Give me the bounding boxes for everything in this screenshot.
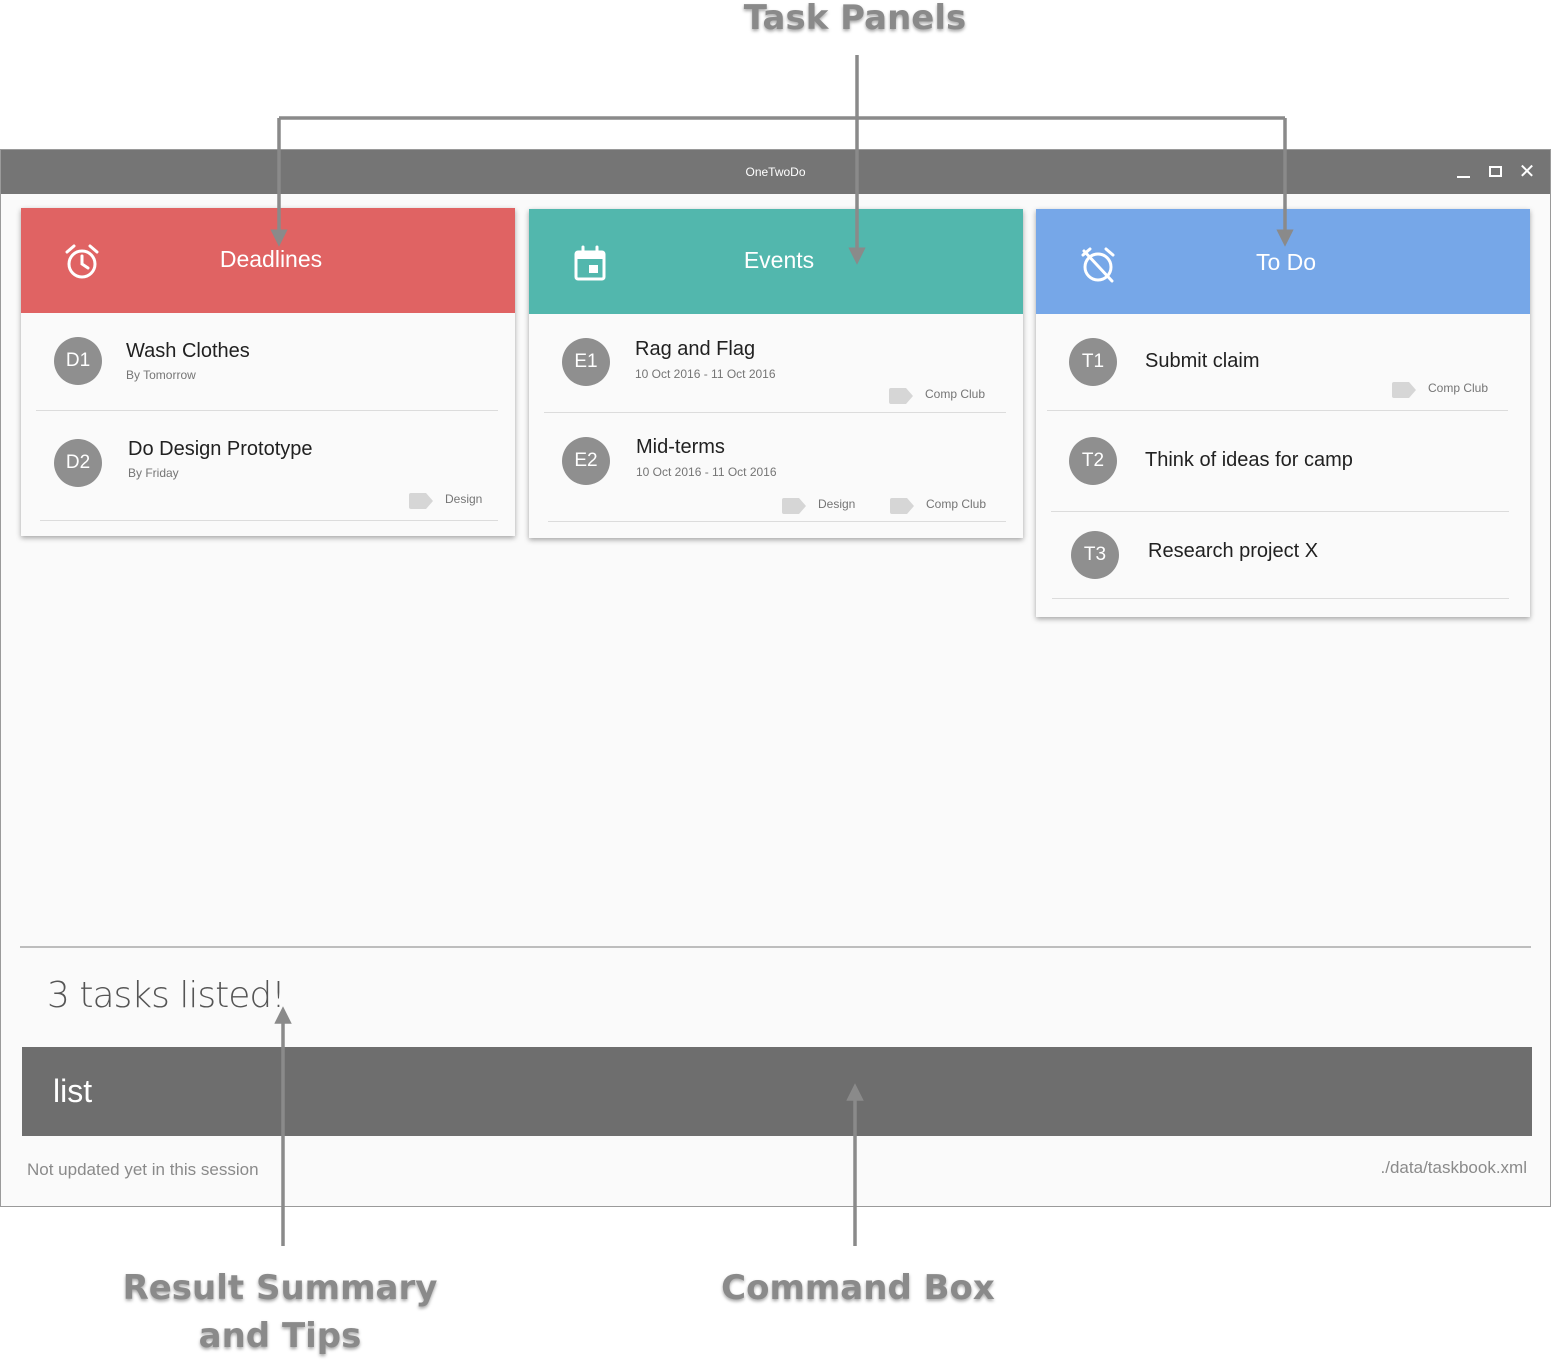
maximize-button[interactable] <box>1483 160 1507 184</box>
task-title: Wash Clothes <box>126 340 250 362</box>
task-title: Research project X <box>1148 540 1319 562</box>
minimize-button[interactable] <box>1451 160 1475 184</box>
maximize-icon <box>1489 166 1502 177</box>
task-card-e1[interactable]: E1 Rag and Flag 10 Oct 2016 - 11 Oct 201… <box>544 314 1006 413</box>
task-index-avatar: T1 <box>1069 338 1117 386</box>
deadlines-panel-title: Deadlines <box>219 246 323 272</box>
close-button[interactable]: ✕ <box>1515 160 1539 184</box>
task-index-avatar: D1 <box>54 337 102 385</box>
close-icon: ✕ <box>1518 161 1536 183</box>
label-tag-icon <box>409 493 433 509</box>
window-title: OneTwoDo <box>745 165 806 179</box>
annotation-result-summary: Result Summary and Tips <box>100 1264 460 1360</box>
task-card-t1[interactable]: T1 Submit claim Comp Club <box>1047 314 1508 411</box>
todo-panel-title: To Do <box>1255 249 1317 275</box>
task-tag-label: Design <box>445 492 483 506</box>
label-tag-icon <box>1392 382 1416 398</box>
task-tag-label: Comp Club <box>926 497 987 511</box>
task-title: Do Design Prototype <box>128 438 313 460</box>
result-summary: 3 tasks listed! <box>47 975 286 1016</box>
panel-divider <box>20 946 1531 948</box>
deadlines-panel-header: Deadlines <box>21 208 515 313</box>
task-card-d1[interactable]: D1 Wash Clothes By Tomorrow <box>36 313 498 411</box>
task-tag-label: Comp Club <box>1428 381 1489 395</box>
deadlines-panel: Deadlines D1 Wash Clothes By Tomorrow D2… <box>21 208 515 536</box>
task-tag[interactable]: Comp Club <box>889 387 1009 404</box>
task-index-avatar: E1 <box>562 338 610 386</box>
task-card-t3[interactable]: T3 Research project X <box>1052 512 1509 599</box>
task-tag[interactable]: Comp Club <box>1392 381 1512 398</box>
todo-panel: To Do T1 Submit claim Comp Club T2 Think… <box>1036 209 1530 617</box>
events-panel-title: Events <box>743 247 815 273</box>
task-index-avatar: D2 <box>54 439 102 487</box>
task-index-avatar: E2 <box>562 437 610 485</box>
label-tag-icon <box>889 388 913 404</box>
task-tag[interactable]: Design <box>782 497 872 514</box>
task-index-avatar: T3 <box>1071 531 1119 579</box>
task-due-date: By Tomorrow <box>126 368 196 382</box>
task-tag[interactable]: Design <box>409 492 509 509</box>
task-title: Think of ideas for camp <box>1145 449 1353 471</box>
last-updated-status: Not updated yet in this session <box>27 1160 259 1179</box>
task-due-date: By Friday <box>128 466 179 480</box>
command-input[interactable] <box>53 1073 1453 1110</box>
task-title: Mid-terms <box>636 436 725 458</box>
annotation-task-panels: Task Panels <box>743 0 967 38</box>
app-window: OneTwoDo ✕ Deadlines D1 Wash Clothes By … <box>0 149 1551 1207</box>
annotation-result-summary-line2: and Tips <box>198 1316 362 1356</box>
todo-panel-header: To Do <box>1036 209 1530 314</box>
task-card-d2[interactable]: D2 Do Design Prototype By Friday Design <box>40 411 498 521</box>
minimize-icon <box>1457 176 1470 178</box>
annotation-result-summary-line1: Result Summary <box>122 1268 438 1308</box>
task-card-t2[interactable]: T2 Think of ideas for camp <box>1051 411 1509 512</box>
label-tag-icon <box>890 498 914 514</box>
task-index-avatar: T2 <box>1069 437 1117 485</box>
task-title: Rag and Flag <box>635 338 756 360</box>
task-date-range: 10 Oct 2016 - 11 Oct 2016 <box>635 367 776 381</box>
task-tag-label: Comp Club <box>925 387 986 401</box>
task-tag[interactable]: Comp Club <box>890 497 1010 514</box>
task-card-e2[interactable]: E2 Mid-terms 10 Oct 2016 - 11 Oct 2016 D… <box>548 413 1006 522</box>
label-tag-icon <box>782 498 806 514</box>
title-bar[interactable]: OneTwoDo ✕ <box>1 150 1550 194</box>
task-date-range: 10 Oct 2016 - 11 Oct 2016 <box>636 465 777 479</box>
command-box[interactable] <box>22 1047 1532 1136</box>
annotation-command-box: Command Box <box>721 1268 995 1308</box>
events-panel-header: Events <box>529 209 1023 314</box>
task-tag-label: Design <box>818 497 856 511</box>
task-title: Submit claim <box>1145 350 1260 372</box>
annotated-screenshot: Task Panels Result Summary and Tips Comm… <box>0 0 1551 1363</box>
save-location-path: ./data/taskbook.xml <box>1380 1158 1527 1177</box>
events-panel: Events E1 Rag and Flag 10 Oct 2016 - 11 … <box>529 209 1023 538</box>
